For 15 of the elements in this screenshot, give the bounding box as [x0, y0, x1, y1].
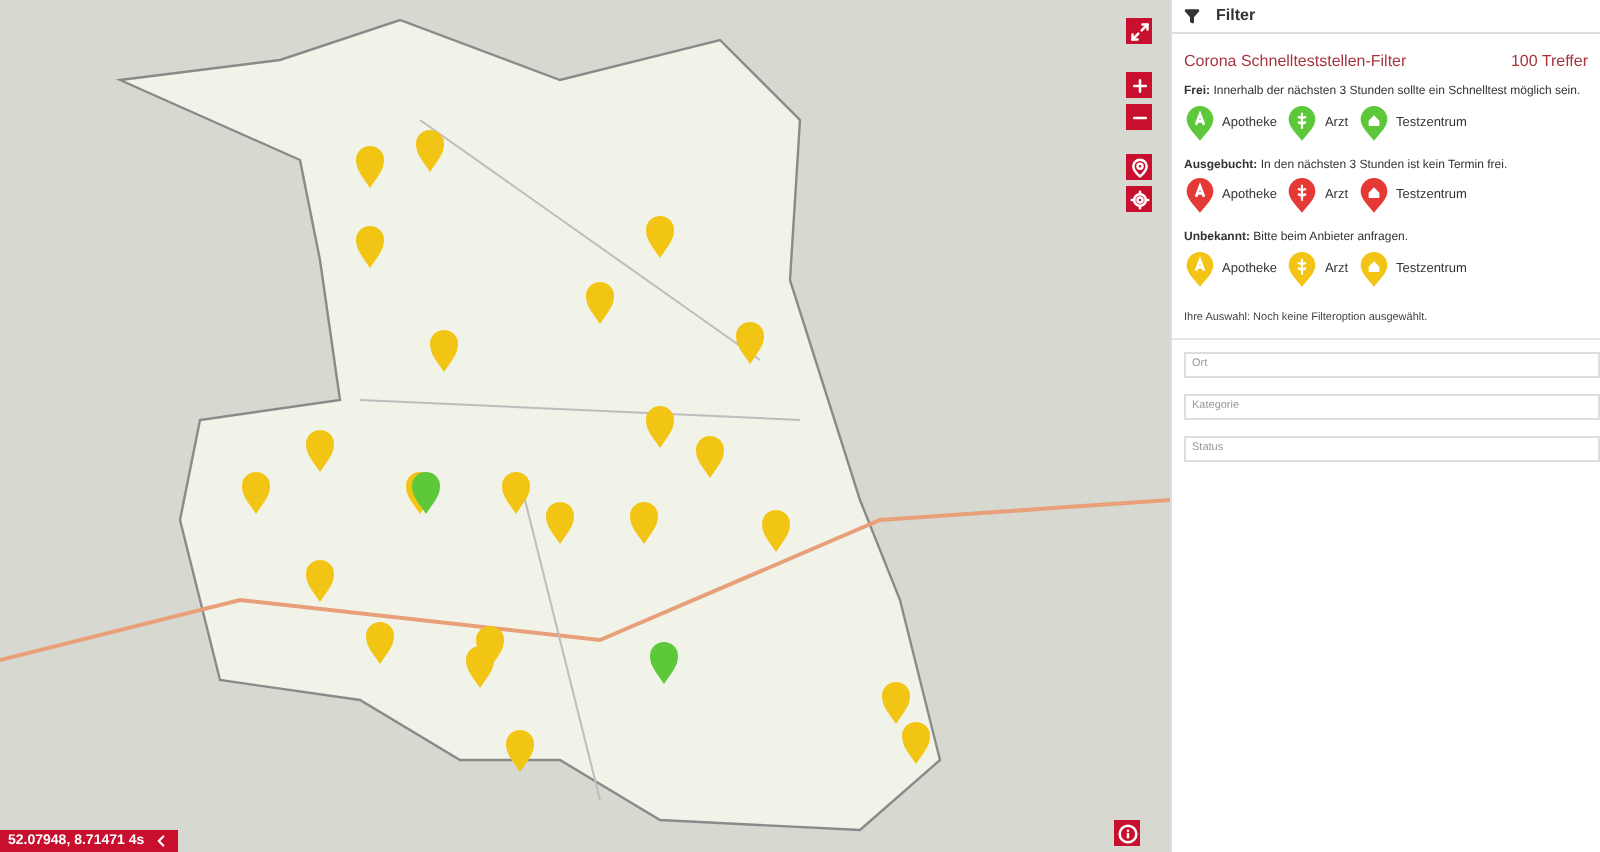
- crosshair-icon: [1129, 189, 1149, 209]
- panel-title: Corona Schnellteststellen-Filter: [1184, 50, 1407, 74]
- fullscreen-button[interactable]: [1126, 18, 1152, 44]
- location-pin-button[interactable]: [1126, 154, 1152, 180]
- info-button[interactable]: [1114, 820, 1140, 846]
- filter-icon: [1184, 8, 1200, 24]
- zoom-out-button[interactable]: [1126, 104, 1152, 130]
- panel-header: Filter: [1216, 4, 1256, 28]
- expand-icon: [1129, 21, 1149, 41]
- map-pin-icon: [1129, 157, 1149, 177]
- locate-button[interactable]: [1126, 186, 1152, 212]
- info-icon: [1117, 823, 1137, 843]
- hit-count: 100 Treffer: [1510, 50, 1588, 74]
- zoom-in-button[interactable]: [1126, 72, 1152, 98]
- plus-icon: [1129, 75, 1149, 95]
